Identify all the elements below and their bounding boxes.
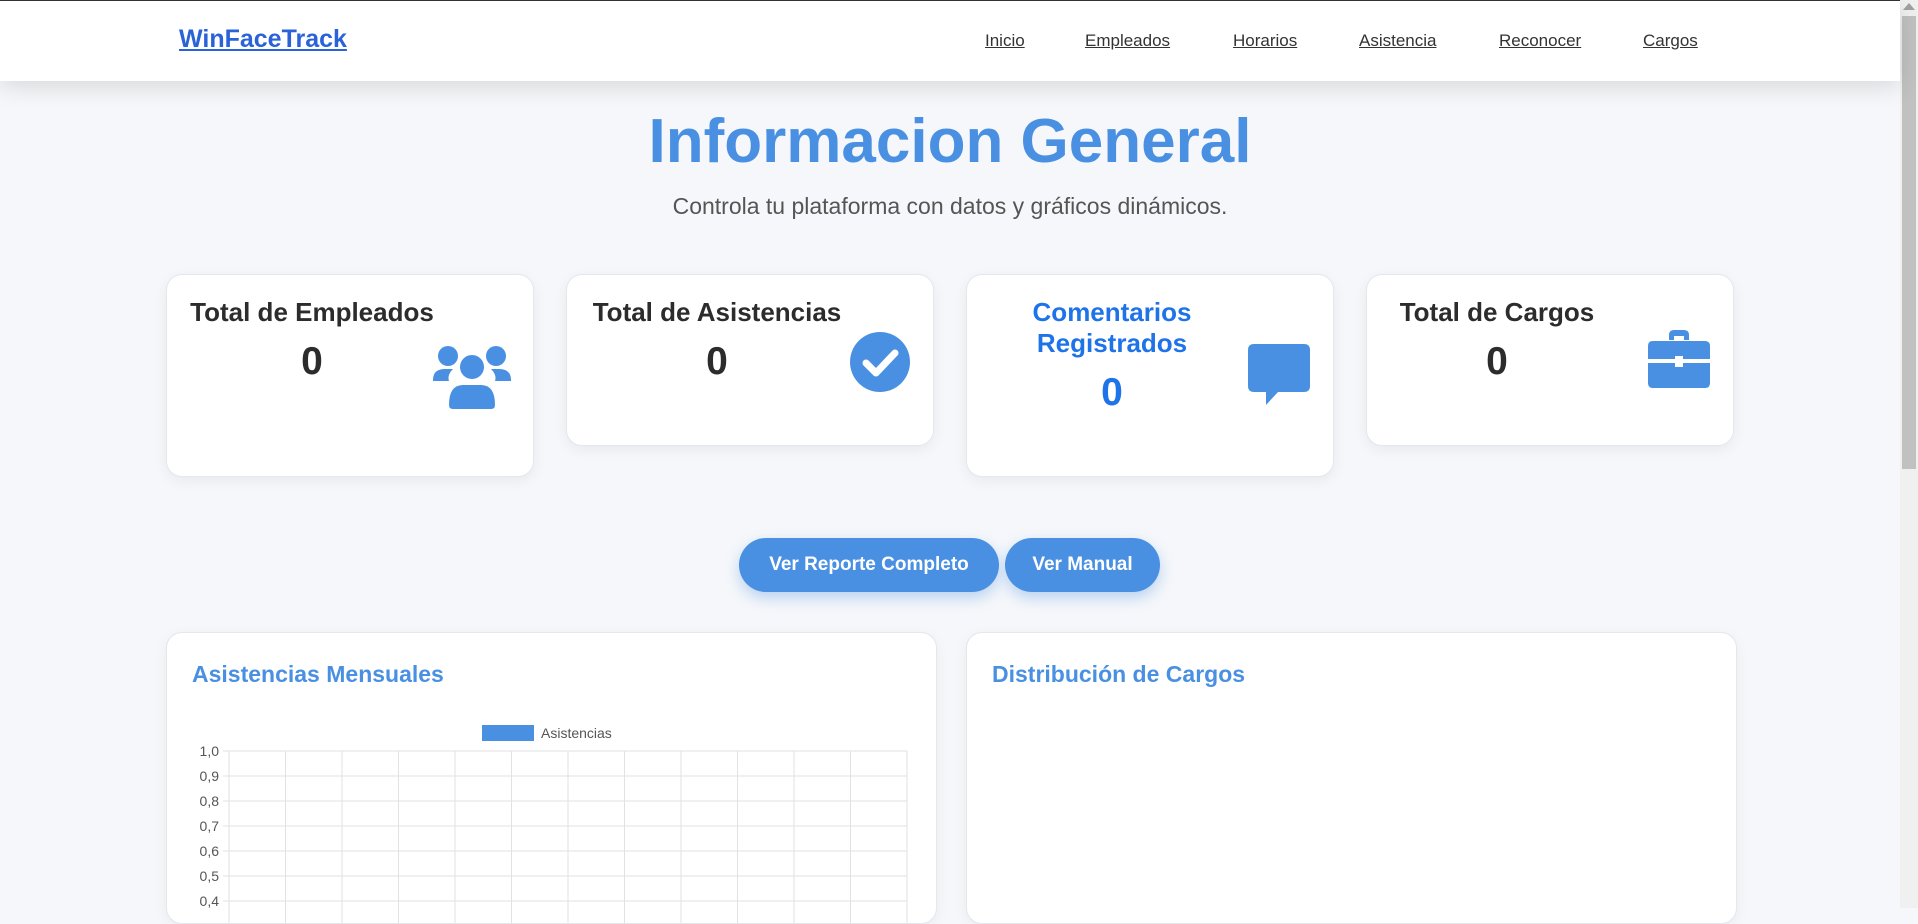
chart-y-tick-label: 0,8	[200, 793, 220, 809]
card-total-positions: Total de Cargos 0	[1366, 274, 1734, 446]
card-text: Total de Empleados 0	[187, 297, 437, 384]
nav-link-inicio[interactable]: Inicio	[985, 31, 1025, 51]
attendance-chart: 1,0 0,9 0,8 0,7 0,6 0,5 0,4 Asistencias	[200, 725, 908, 923]
card-total-employees: Total de Empleados 0	[166, 274, 534, 477]
view-report-button[interactable]: Ver Reporte Completo	[739, 538, 999, 592]
card-value: 0	[1486, 340, 1508, 383]
card-text: Total de Asistencias 0	[587, 297, 847, 384]
chart-y-tick-label: 0,4	[200, 893, 220, 909]
card-label: Total de Empleados	[190, 297, 434, 327]
check-circle-icon	[850, 332, 910, 392]
card-label: Total de Asistencias	[592, 297, 842, 327]
page-title: Informacion General	[648, 107, 1252, 176]
nav-link-empleados[interactable]: Empleados	[1085, 31, 1170, 51]
page-subtitle: Controla tu plataforma con datos y gráfi…	[672, 193, 1228, 219]
nav-link-horarios[interactable]: Horarios	[1233, 31, 1297, 51]
chart-y-tick-label: 0,9	[200, 768, 220, 784]
nav-link-reconocer[interactable]: Reconocer	[1499, 31, 1581, 51]
card-value: 0	[706, 340, 728, 383]
chart-y-tick-label: 0,5	[200, 868, 220, 884]
card-label: Total de Cargos	[1399, 297, 1595, 327]
view-manual-button[interactable]: Ver Manual	[1005, 538, 1160, 592]
nav-link-cargos[interactable]: Cargos	[1643, 31, 1698, 51]
panel-position-distribution: Distribución de Cargos	[966, 632, 1737, 924]
chart-y-tick-label: 1,0	[200, 743, 220, 759]
panel-monthly-attendance: Asistencias Mensuales 1,0 0,9 0,8 0,7 0,6 0,5…	[166, 632, 937, 924]
chart-y-tick-label: 0,6	[200, 843, 220, 859]
chart-legend-swatch	[482, 725, 534, 741]
navbar: WinFaceTrack Inicio Empleados Horarios A…	[0, 1, 1900, 81]
comment-icon	[1248, 344, 1310, 405]
users-icon	[433, 346, 511, 409]
card-text: Total de Cargos 0	[1377, 297, 1617, 384]
nav-link-asistencia[interactable]: Asistencia	[1359, 31, 1436, 51]
brand-link[interactable]: WinFaceTrack	[179, 25, 347, 54]
card-text: Comentarios Registrados 0	[987, 297, 1237, 415]
card-value: 0	[301, 340, 323, 383]
briefcase-icon	[1648, 330, 1710, 388]
scrollbar-thumb[interactable]	[1902, 16, 1916, 469]
card-value: 0	[1101, 371, 1123, 414]
scroll-up-arrow-icon[interactable]	[1903, 3, 1915, 10]
card-label: Comentarios Registrados	[1032, 297, 1192, 358]
chart-y-tick-label: 0,7	[200, 818, 220, 834]
chart-legend-label: Asistencias	[541, 725, 612, 741]
card-total-attendance: Total de Asistencias 0	[566, 274, 934, 446]
card-comments: Comentarios Registrados 0	[966, 274, 1334, 477]
panel-title: Distribución de Cargos	[992, 661, 1246, 687]
